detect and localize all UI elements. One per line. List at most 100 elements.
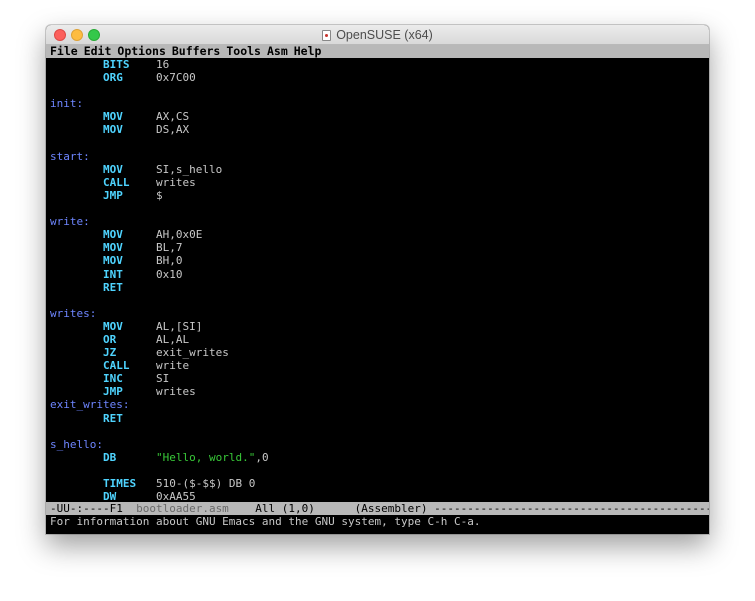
- code-mnemonic: JMP: [102, 188, 123, 202]
- code-mnemonic: RET: [102, 280, 123, 294]
- code-line: INT 0x10: [50, 268, 709, 281]
- code-line: INC SI: [50, 372, 709, 385]
- window-title: OpenSUSE (x64): [336, 28, 433, 42]
- code-line: RET: [50, 412, 709, 425]
- modeline-status: -UU-:----F1: [50, 502, 137, 515]
- code-operands: 16: [155, 58, 170, 71]
- mode-line: -UU-:----F1 bootloader.asm All (1,0) (As…: [46, 502, 709, 515]
- code-line: MOV DS,AX: [50, 123, 709, 136]
- title-bar: OpenSUSE (x64): [46, 25, 709, 45]
- code-line: TIMES 510-($-$$) DB 0: [50, 477, 709, 490]
- code-operands: AX,CS: [155, 110, 190, 124]
- code-label: exit_writes:: [50, 398, 130, 412]
- code-mnemonic: MOV: [102, 110, 123, 124]
- code-label: write:: [50, 215, 90, 229]
- menu-file[interactable]: File: [50, 44, 78, 58]
- code-operands: SI: [155, 372, 170, 386]
- code-line: CALL writes: [50, 176, 709, 189]
- menu-options[interactable]: Options: [117, 44, 165, 58]
- code-line: ORG 0x7C00: [50, 71, 709, 84]
- editor-buffer[interactable]: BITS 16 ORG 0x7C00 init: MOV AX,CS MOV D…: [46, 58, 709, 503]
- code-mnemonic: MOV: [102, 241, 123, 255]
- code-mnemonic: MOV: [102, 162, 123, 176]
- code-line: init:: [50, 97, 709, 110]
- code-mnemonic: BITS: [102, 58, 130, 71]
- code-mnemonic: INT: [102, 267, 123, 281]
- code-line: MOV BH,0: [50, 254, 709, 267]
- code-mnemonic: MOV: [102, 228, 123, 242]
- code-line: OR AL,AL: [50, 333, 709, 346]
- menu-edit[interactable]: Edit: [84, 44, 112, 58]
- code-line: MOV AL,[SI]: [50, 320, 709, 333]
- code-line: RET: [50, 281, 709, 294]
- emacs-menu-bar: File Edit Options Buffers Tools Asm Help: [46, 45, 709, 58]
- menu-asm[interactable]: Asm: [267, 44, 288, 58]
- code-operands: 0x7C00: [155, 71, 196, 85]
- code-operands: 510-($-$$) DB 0: [155, 477, 256, 490]
- code-line: writes:: [50, 307, 709, 320]
- code-label: start:: [50, 149, 90, 163]
- code-operands: exit_writes: [155, 346, 229, 360]
- code-mnemonic: CALL: [102, 359, 130, 373]
- code-line: JMP writes: [50, 385, 709, 398]
- code-line: MOV SI,s_hello: [50, 163, 709, 176]
- code-operands: AL,AL: [155, 332, 190, 346]
- code-mnemonic: TIMES: [102, 477, 137, 490]
- minibuffer[interactable]: For information about GNU Emacs and the …: [46, 515, 709, 528]
- code-line: BITS 16: [50, 58, 709, 71]
- code-line: DB "Hello, world.",0: [50, 451, 709, 464]
- modeline-filename: bootloader.asm: [136, 502, 229, 515]
- code-operands: BH,0: [155, 254, 183, 268]
- code-line: MOV AX,CS: [50, 110, 709, 123]
- code-operands: $: [155, 188, 163, 202]
- code-operands: write: [155, 359, 190, 373]
- code-line: s_hello:: [50, 438, 709, 451]
- menu-help[interactable]: Help: [294, 44, 322, 58]
- modeline-mode: (Assembler): [354, 502, 428, 515]
- code-line: start:: [50, 150, 709, 163]
- code-mnemonic: MOV: [102, 319, 123, 333]
- vm-window: OpenSUSE (x64) File Edit Options Buffers Too…: [46, 25, 709, 534]
- code-mnemonic: CALL: [102, 175, 130, 189]
- code-mnemonic: MOV: [102, 123, 123, 137]
- code-mnemonic: ORG: [102, 71, 123, 85]
- code-mnemonic: MOV: [102, 254, 123, 268]
- code-operands: AL,[SI]: [155, 319, 203, 333]
- code-operands: ,0: [255, 450, 269, 464]
- code-label: init:: [50, 97, 84, 111]
- code-operands: BL,7: [155, 241, 183, 255]
- modeline-position: All (1,0): [228, 502, 355, 515]
- code-line: JZ exit_writes: [50, 346, 709, 359]
- code-mnemonic: RET: [102, 411, 123, 425]
- virtual-machine-icon: [322, 29, 332, 41]
- code-label: writes:: [50, 306, 97, 320]
- modeline-fill: ----------------------------------------…: [434, 502, 709, 515]
- code-mnemonic: DB: [102, 450, 117, 464]
- code-mnemonic: JMP: [102, 385, 123, 399]
- code-line: write:: [50, 215, 709, 228]
- menu-buffers[interactable]: Buffers: [172, 44, 220, 58]
- code-operands: writes: [155, 175, 196, 189]
- code-mnemonic: JZ: [102, 346, 117, 360]
- code-string: "Hello, world.": [155, 450, 256, 464]
- code-operands: DS,AX: [155, 123, 190, 137]
- code-operands: 0x10: [155, 267, 183, 281]
- code-operands: writes: [155, 385, 196, 399]
- code-line: MOV AH,0x0E: [50, 228, 709, 241]
- window-title-area: OpenSUSE (x64): [46, 25, 709, 45]
- code-label: s_hello:: [50, 437, 103, 451]
- code-operands: AH,0x0E: [155, 228, 203, 242]
- code-mnemonic: INC: [102, 372, 123, 386]
- code-line: JMP $: [50, 189, 709, 202]
- code-line: exit_writes:: [50, 398, 709, 411]
- menu-tools[interactable]: Tools: [226, 44, 261, 58]
- code-operands: SI,s_hello: [155, 162, 223, 176]
- code-line: MOV BL,7: [50, 241, 709, 254]
- code-mnemonic: OR: [102, 332, 117, 346]
